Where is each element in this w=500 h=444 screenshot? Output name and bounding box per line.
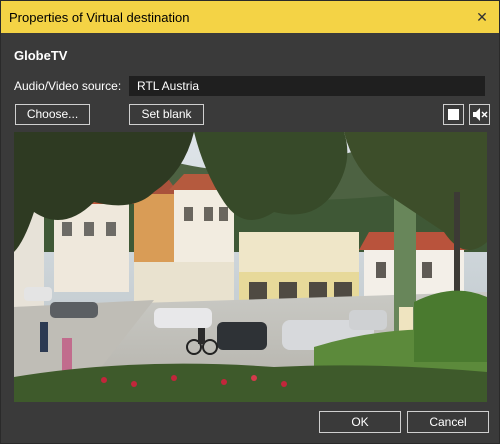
source-label: Audio/Video source: [14, 79, 122, 93]
ok-button[interactable]: OK [319, 411, 401, 433]
set-blank-button[interactable]: Set blank [129, 104, 204, 125]
dialog-window: Properties of Virtual destination ✕ Glob… [0, 0, 500, 444]
video-preview [14, 132, 487, 402]
window-title: Properties of Virtual destination [9, 10, 190, 25]
source-field[interactable]: RTL Austria [129, 76, 485, 96]
mute-button[interactable] [469, 104, 490, 125]
speaker-mute-icon [473, 108, 488, 121]
choose-button[interactable]: Choose... [15, 104, 90, 125]
stop-button[interactable] [443, 104, 464, 125]
stop-icon [448, 109, 459, 120]
cancel-button[interactable]: Cancel [407, 411, 489, 433]
title-bar[interactable]: Properties of Virtual destination ✕ [1, 1, 499, 33]
destination-name: GlobeTV [14, 48, 68, 63]
close-icon[interactable]: ✕ [473, 8, 491, 26]
video-frame-image [14, 132, 487, 402]
